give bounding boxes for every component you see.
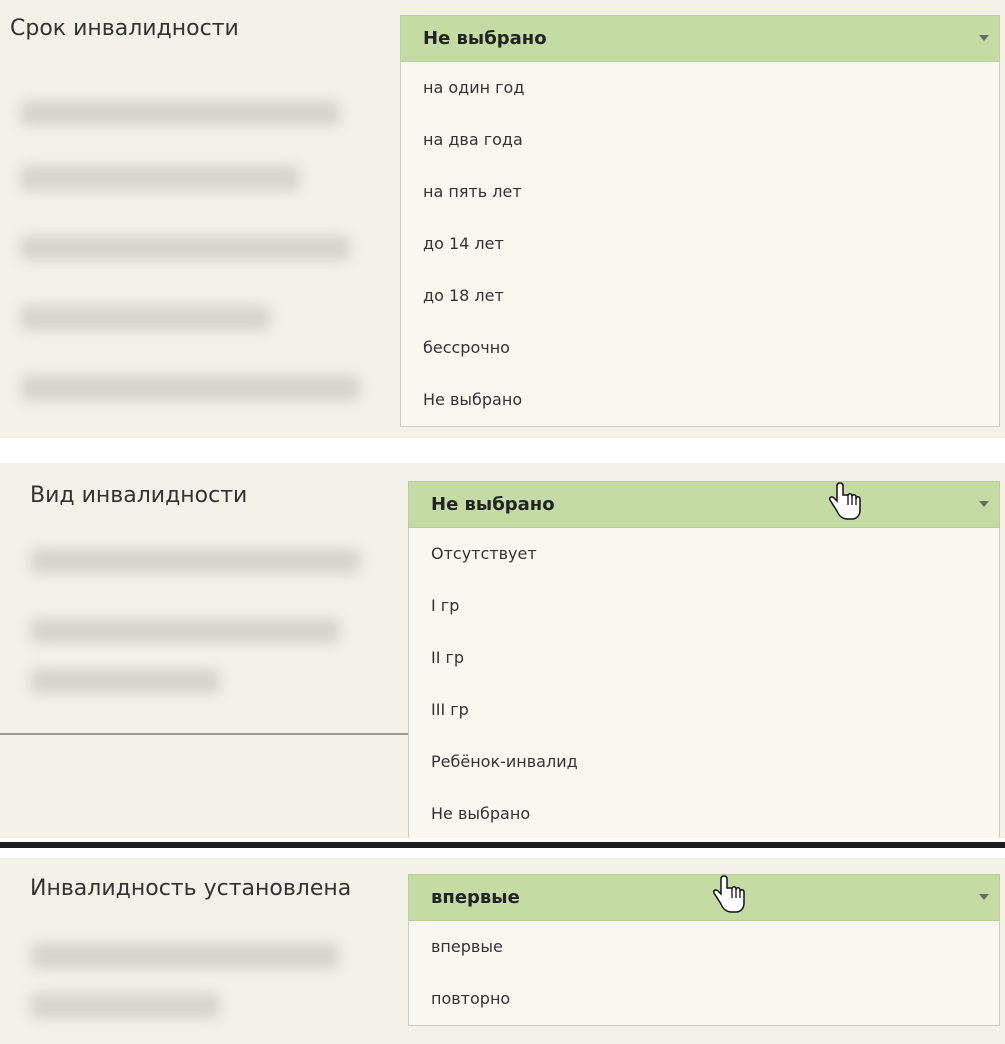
disability-established-panel: Инвалидность установлена впервые впервые…	[0, 858, 1005, 1044]
option-one-year[interactable]: на один год	[401, 62, 999, 114]
option-not-selected[interactable]: Не выбрано	[401, 374, 999, 426]
option-group-1[interactable]: I гр	[409, 580, 999, 632]
option-not-selected[interactable]: Не выбрано	[409, 788, 999, 838]
disability-type-label: Вид инвалидности	[30, 483, 248, 508]
disability-term-label: Срок инвалидности	[10, 16, 239, 41]
disability-term-options: на один год на два года на пять лет до 1…	[400, 62, 1000, 427]
disability-type-options: Отсутствует I гр II гр III гр Ребёнок-ин…	[408, 528, 1000, 838]
option-first-time[interactable]: впервые	[409, 921, 999, 973]
chevron-down-icon[interactable]	[979, 894, 989, 900]
disability-established-label: Инвалидность установлена	[30, 876, 352, 901]
option-group-3[interactable]: III гр	[409, 684, 999, 736]
option-until-18[interactable]: до 18 лет	[401, 270, 999, 322]
section-divider	[0, 733, 408, 735]
blurred-field	[20, 235, 350, 261]
option-repeated[interactable]: повторно	[409, 973, 999, 1025]
blurred-field	[30, 548, 360, 574]
blurred-field	[20, 165, 300, 191]
option-until-14[interactable]: до 14 лет	[401, 218, 999, 270]
blurred-field	[20, 305, 270, 331]
disability-established-select[interactable]: впервые	[408, 874, 1000, 921]
blurred-field	[30, 993, 220, 1019]
section-separator	[0, 842, 1005, 848]
blurred-field	[20, 100, 340, 126]
selected-value: Не выбрано	[431, 494, 555, 515]
blurred-field	[20, 375, 360, 401]
selected-value: впервые	[431, 887, 520, 908]
disability-established-options: впервые повторно	[408, 921, 1000, 1026]
option-indefinite[interactable]: бессрочно	[401, 322, 999, 374]
chevron-down-icon[interactable]	[979, 501, 989, 507]
option-five-years[interactable]: на пять лет	[401, 166, 999, 218]
disability-type-panel: Вид инвалидности Не выбрано Отсутствует …	[0, 463, 1005, 838]
disability-term-select[interactable]: Не выбрано	[400, 15, 1000, 62]
hand-cursor-icon	[829, 482, 861, 520]
hand-cursor-icon	[713, 875, 745, 913]
selected-value: Не выбрано	[423, 28, 547, 49]
disability-term-panel: Срок инвалидности Не выбрано на один год…	[0, 0, 1005, 438]
blurred-field	[30, 943, 340, 969]
option-group-2[interactable]: II гр	[409, 632, 999, 684]
option-disabled-child[interactable]: Ребёнок-инвалид	[409, 736, 999, 788]
option-absent[interactable]: Отсутствует	[409, 528, 999, 580]
chevron-down-icon[interactable]	[979, 35, 989, 41]
option-two-years[interactable]: на два года	[401, 114, 999, 166]
blurred-field	[30, 668, 220, 694]
blurred-field	[30, 618, 340, 644]
disability-type-select[interactable]: Не выбрано	[408, 481, 1000, 528]
